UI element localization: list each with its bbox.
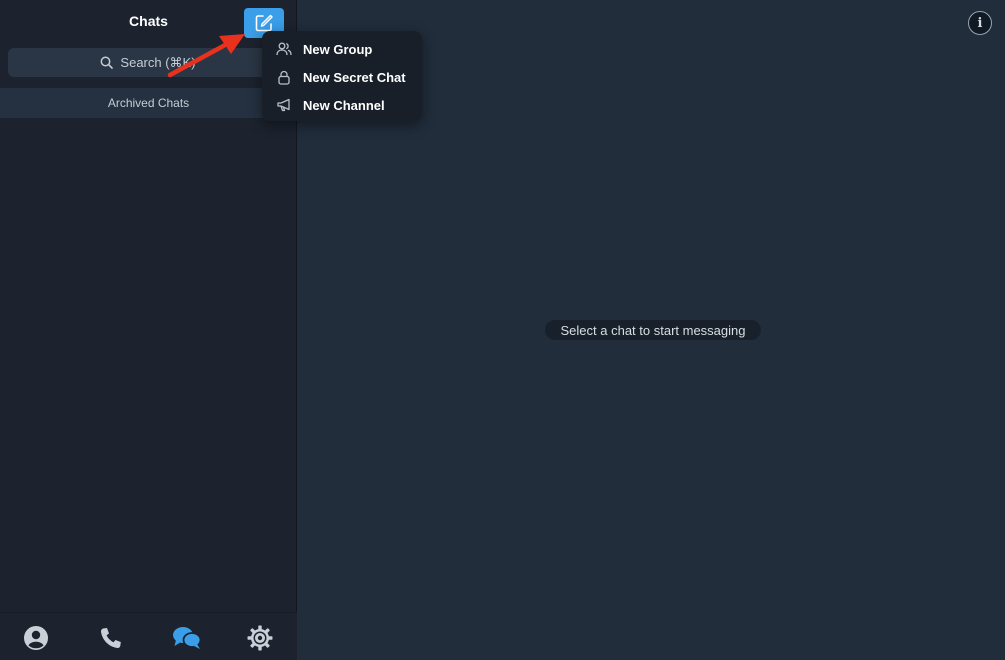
person-icon (24, 626, 48, 650)
archived-chats-item[interactable]: Archived Chats (0, 88, 297, 118)
archived-chats-label: Archived Chats (107, 96, 190, 110)
search-input[interactable]: Search (⌘K) (8, 48, 288, 77)
megaphone-icon (276, 97, 292, 113)
info-icon: i (977, 15, 983, 31)
search-icon (100, 56, 114, 69)
menu-item-new-group[interactable]: New Group (262, 34, 422, 62)
info-button[interactable]: i (968, 11, 992, 35)
telegram-window: Chats Search (⌘K) Archived Chats i Selec… (0, 0, 1005, 660)
menu-item-new-channel[interactable]: New Channel (262, 90, 422, 118)
compose-icon (255, 14, 273, 32)
sidebar-header: Chats (0, 0, 297, 44)
nav-calls[interactable] (98, 625, 124, 651)
menu-item-label: New Group (303, 42, 373, 57)
chat-bubbles-icon (173, 627, 202, 649)
menu-item-label: New Channel (303, 98, 385, 113)
lock-icon (276, 69, 292, 85)
bottom-nav (0, 612, 297, 660)
group-icon (276, 41, 292, 57)
empty-state-message: Select a chat to start messaging (545, 320, 761, 340)
menu-item-new-secret-chat[interactable]: New Secret Chat (262, 62, 422, 90)
nav-chats[interactable] (172, 625, 202, 651)
compose-menu: New Group New Secret Chat New Channel (262, 31, 422, 121)
sidebar: Chats Search (⌘K) Archived Chats (0, 0, 297, 660)
search-placeholder: Search (⌘K) (120, 54, 196, 70)
phone-icon (100, 628, 121, 649)
nav-settings[interactable] (247, 625, 273, 651)
gear-icon (247, 625, 273, 651)
nav-contacts[interactable] (23, 625, 49, 651)
menu-item-label: New Secret Chat (303, 70, 406, 85)
